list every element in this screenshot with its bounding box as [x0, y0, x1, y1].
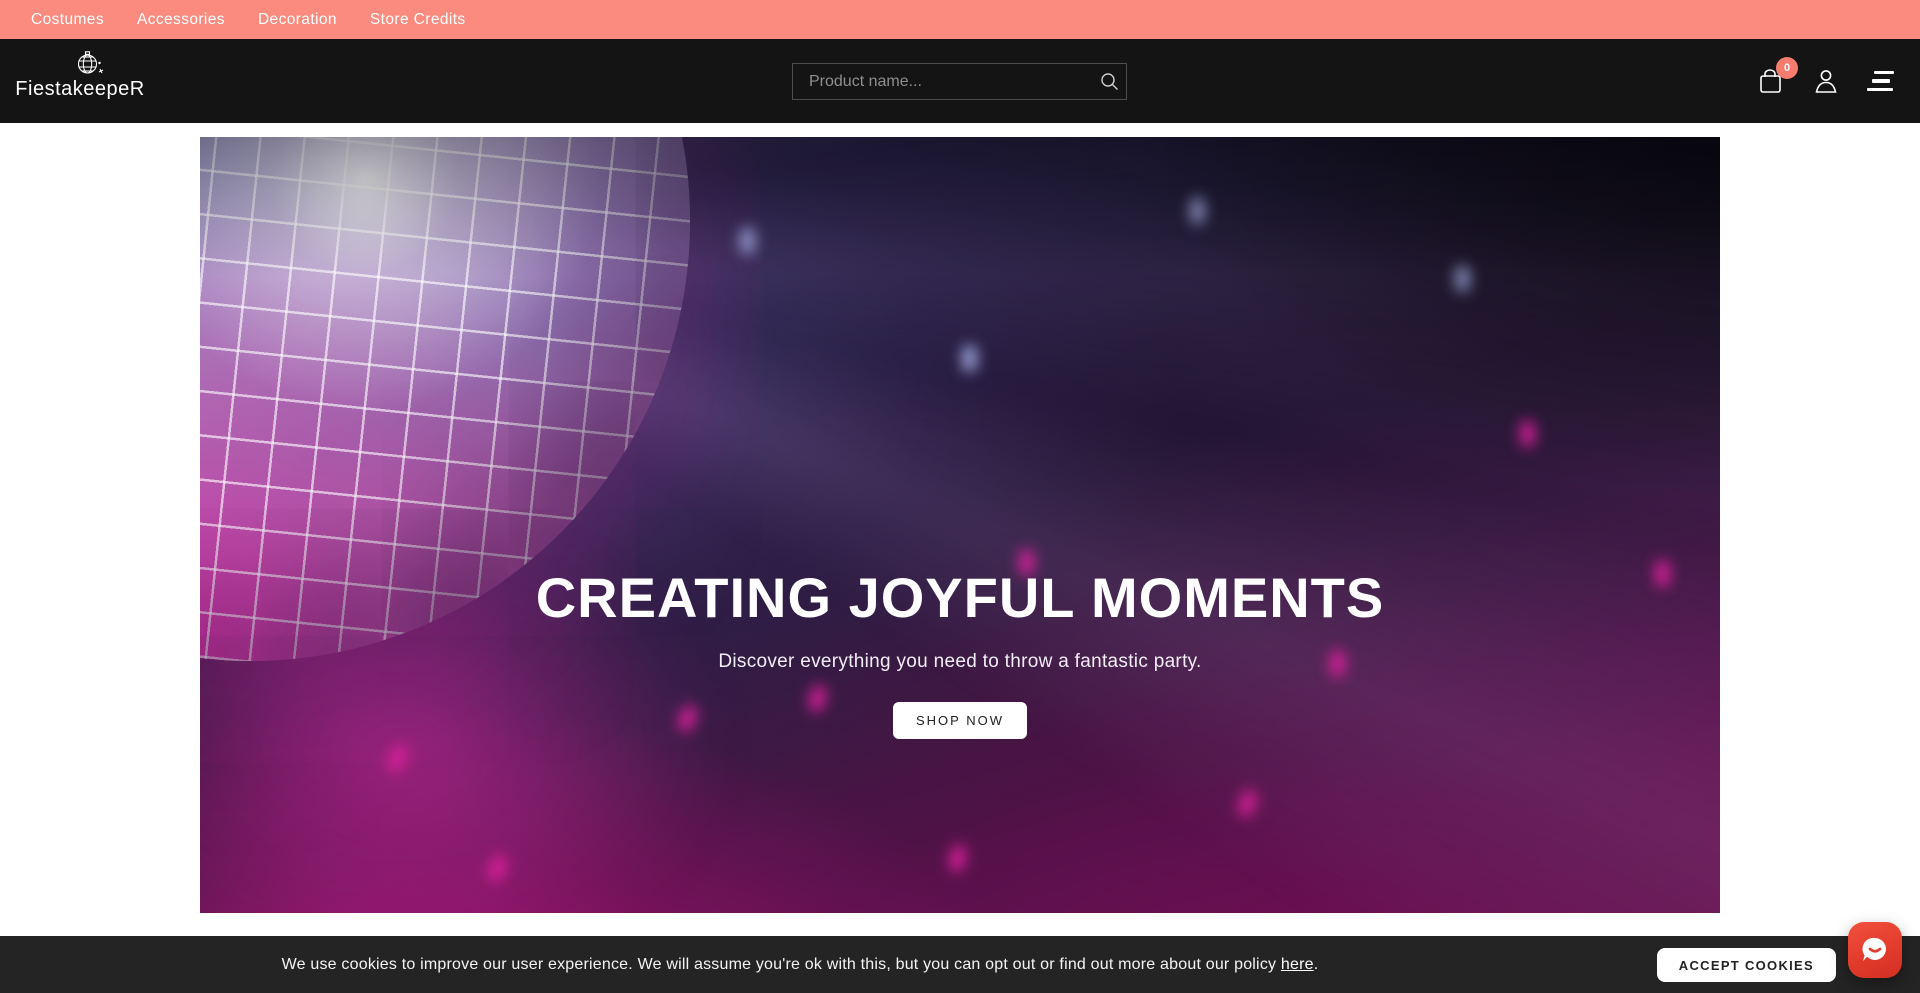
- cart-button[interactable]: 0: [1756, 67, 1786, 95]
- search-icon: [1100, 72, 1119, 91]
- logo[interactable]: FiestakeepeR: [25, 51, 135, 101]
- hamburger-menu-button[interactable]: [1866, 71, 1894, 92]
- bokeh-light: [1520, 420, 1535, 447]
- search-button[interactable]: [1092, 64, 1126, 99]
- hero-title: CREATING JOYFUL MOMENTS: [536, 565, 1385, 631]
- chat-bubble-icon: [1860, 935, 1890, 965]
- cart-count-badge: 0: [1776, 57, 1798, 79]
- disco-ball-icon: [74, 51, 104, 77]
- logo-text: FiestakeepeR: [15, 78, 144, 101]
- shop-now-button[interactable]: SHOP NOW: [893, 702, 1027, 739]
- hamburger-menu-icon: [1874, 71, 1894, 75]
- bokeh-light: [385, 743, 410, 774]
- bokeh-light: [740, 227, 755, 254]
- main-header: FiestakeepeR 0: [0, 39, 1920, 123]
- user-icon: [1813, 67, 1839, 95]
- hero-banner: CREATING JOYFUL MOMENTS Discover everyth…: [200, 137, 1720, 913]
- top-promo-bar: Costumes Accessories Decoration Store Cr…: [0, 0, 1920, 39]
- bokeh-light: [947, 844, 967, 874]
- chat-widget-button[interactable]: [1848, 922, 1902, 978]
- nav-item-store-credits[interactable]: Store Credits: [370, 11, 466, 29]
- header-icon-group: 0: [1756, 39, 1894, 123]
- search-box: [792, 63, 1127, 100]
- cookie-consent-bar: We use cookies to improve our user exper…: [0, 936, 1920, 993]
- bokeh-light: [1190, 197, 1205, 224]
- cookie-policy-link[interactable]: here: [1281, 956, 1314, 973]
- nav-item-costumes[interactable]: Costumes: [31, 11, 104, 29]
- accept-cookies-button[interactable]: ACCEPT COOKIES: [1657, 948, 1836, 982]
- account-button[interactable]: [1813, 67, 1839, 95]
- nav-item-accessories[interactable]: Accessories: [137, 11, 225, 29]
- hero-content: CREATING JOYFUL MOMENTS Discover everyth…: [200, 565, 1720, 739]
- search-input[interactable]: [793, 73, 1092, 91]
- hero-subtitle: Discover everything you need to throw a …: [718, 651, 1201, 673]
- bokeh-light: [1455, 265, 1470, 292]
- bokeh-light: [962, 345, 977, 372]
- bokeh-light: [1236, 788, 1259, 818]
- nav-item-decoration[interactable]: Decoration: [258, 11, 337, 29]
- cookie-message: We use cookies to improve our user exper…: [282, 956, 1319, 974]
- bokeh-light: [485, 853, 509, 884]
